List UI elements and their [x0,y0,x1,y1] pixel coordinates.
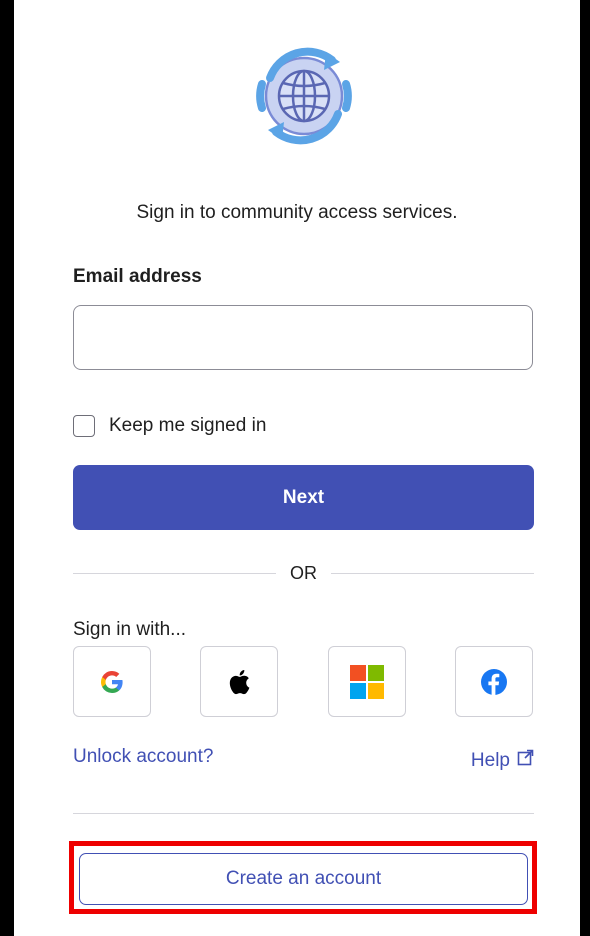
or-divider-line-right [331,572,534,574]
apple-icon [228,669,250,695]
help-link-label[interactable]: Help [471,750,510,772]
google-sign-in-button[interactable] [73,646,151,717]
or-divider: OR [73,561,534,585]
microsoft-icon [350,664,384,699]
globe-refresh-icon [248,40,360,152]
help-link[interactable]: Help [471,749,534,772]
intro-text: Sign in to community access services. [136,202,458,223]
google-icon [100,670,124,694]
facebook-icon [481,668,507,695]
unlock-account-link[interactable]: Unlock account? [73,746,213,768]
sign-in-with-label: Sign in with... [73,619,186,640]
or-divider-text: OR [290,562,317,583]
next-button[interactable]: Next [73,465,534,530]
email-field[interactable] [73,305,533,370]
create-account-button[interactable]: Create an account [79,853,528,905]
or-divider-line-left [73,572,276,574]
footer-divider [73,813,534,814]
email-label: Email address [73,266,202,287]
microsoft-sign-in-button[interactable] [328,646,406,717]
sign-in-panel: Sign in to community access services. Em… [14,0,580,936]
facebook-sign-in-button[interactable] [455,646,533,717]
apple-sign-in-button[interactable] [200,646,278,717]
keep-signed-in-label[interactable]: Keep me signed in [109,415,266,437]
keep-signed-in-row[interactable]: Keep me signed in [73,413,266,439]
external-link-icon [510,749,534,772]
keep-signed-in-checkbox[interactable] [73,415,95,437]
